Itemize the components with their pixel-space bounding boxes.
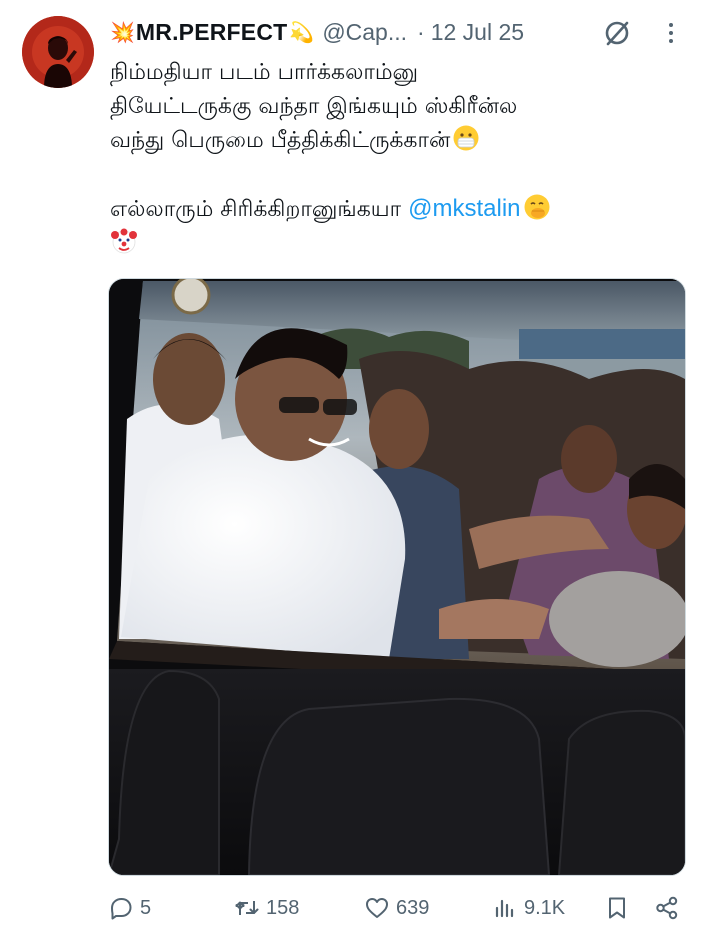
display-name[interactable]: MR.PERFECT: [136, 19, 288, 46]
collision-emoji: 💥: [110, 20, 135, 44]
views-bar-chart-icon: [495, 899, 514, 918]
tweet-text-line-4-text: எல்லாரும் சிரிக்கிறானுங்கயா: [110, 197, 402, 222]
tweet-text-line-4: எல்லாரும் சிரிக்கிறானுங்கயா @mkstalin: [110, 192, 680, 227]
reply-count: 5: [140, 896, 152, 919]
tweet-text-line-3-text: வந்து பெருமை பீத்திக்கிட்ருக்கான்: [110, 128, 451, 153]
avatar[interactable]: [22, 16, 94, 88]
tweet-date[interactable]: 12 Jul 25: [431, 19, 524, 46]
dizzy-emoji: 💫: [289, 20, 315, 44]
mask-face-emoji: [453, 125, 479, 151]
bookmark-button[interactable]: [604, 890, 630, 926]
share-icon: [656, 896, 678, 920]
grok-no-sign-icon[interactable]: [602, 18, 632, 48]
clown-face-emoji: [111, 228, 137, 254]
theater-screen-photo: [109, 279, 685, 875]
tweet-actions: 5 158 639 9.1K: [108, 890, 684, 926]
dot-separator: ·: [417, 18, 425, 45]
like-count: 639: [396, 896, 430, 919]
tweet-text-line-1: நிம்மதியா படம் பார்க்கலாம்னு: [110, 60, 419, 85]
reply-button[interactable]: 5: [108, 890, 151, 926]
like-button[interactable]: 639: [364, 890, 429, 926]
user-handle[interactable]: @Cap...: [322, 19, 407, 46]
more-vertical-icon[interactable]: [664, 18, 678, 48]
views-button[interactable]: 9.1K: [492, 890, 565, 926]
tweet-media-photo[interactable]: [108, 278, 686, 876]
repost-icon: [235, 901, 259, 915]
avatar-silhouette-icon: [22, 16, 94, 88]
share-button[interactable]: [654, 890, 680, 926]
tweet-text-line-2: தியேட்டருக்கு வந்தா இங்கயும் ஸ்கிரீன்ல: [110, 94, 518, 119]
mention-link[interactable]: @mkstalin: [408, 195, 520, 222]
repost-count: 158: [266, 896, 300, 919]
tweet-text-line-3: வந்து பெருமை பீத்திக்கிட்ருக்கான்: [110, 124, 680, 158]
tweet-text-line-5: [110, 227, 680, 261]
hand-over-mouth-emoji: [524, 194, 550, 220]
reply-icon: [111, 898, 132, 920]
tweet[interactable]: 💥 MR.PERFECT 💫 @Cap... · 12 Jul 25 நிம்ம…: [0, 0, 706, 931]
repost-button[interactable]: 158: [234, 890, 299, 926]
bookmark-icon: [609, 897, 625, 919]
views-count: 9.1K: [524, 896, 566, 919]
tweet-text: நிம்மதியா படம் பார்க்கலாம்னு தியேட்டருக்…: [110, 56, 680, 261]
tweet-header: 💥 MR.PERFECT 💫 @Cap... · 12 Jul 25: [110, 16, 676, 48]
heart-icon: [366, 898, 388, 918]
